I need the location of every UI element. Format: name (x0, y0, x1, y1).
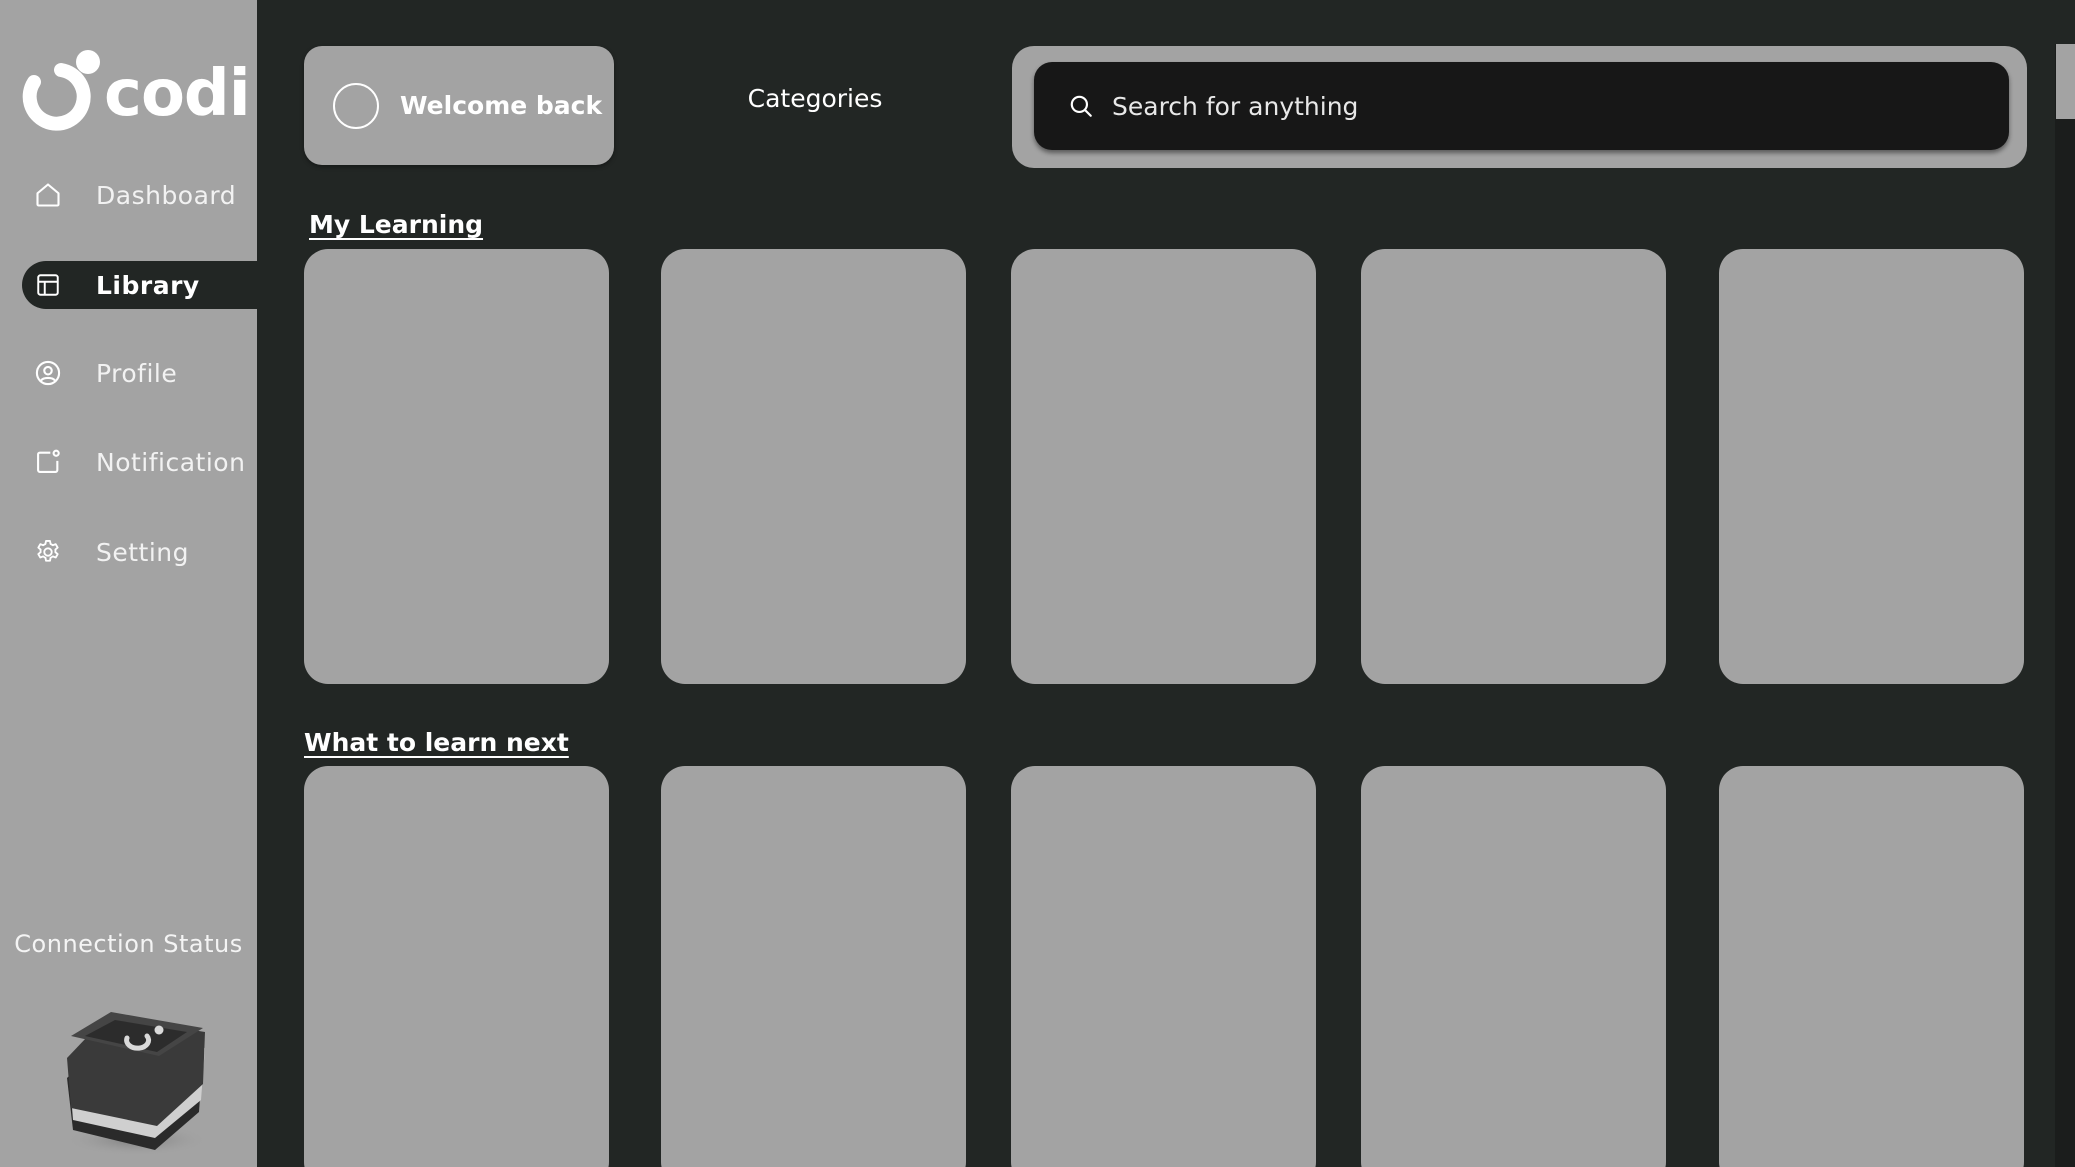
sidebar-item-label: Library (96, 270, 200, 300)
library-icon (34, 271, 62, 299)
search-input[interactable]: Search for anything (1034, 62, 2009, 150)
connection-status-label: Connection Status (14, 930, 243, 958)
connection-device-image (55, 1000, 215, 1160)
sidebar-item-setting[interactable]: Setting (22, 528, 257, 576)
section-title-what-to-learn-next[interactable]: What to learn next (304, 728, 569, 757)
sidebar-item-library[interactable]: Library (22, 261, 257, 309)
course-card[interactable] (1719, 766, 2024, 1167)
section-title-my-learning[interactable]: My Learning (309, 210, 483, 239)
course-card[interactable] (661, 249, 966, 684)
welcome-card[interactable]: Welcome back (304, 46, 614, 165)
codi-logo[interactable]: codi (20, 46, 251, 132)
avatar[interactable] (333, 82, 379, 129)
course-card[interactable] (661, 766, 966, 1167)
gear-icon (34, 538, 62, 566)
welcome-text: Welcome back (400, 91, 603, 120)
logo-wordmark: codi (104, 57, 251, 131)
course-card[interactable] (304, 766, 609, 1167)
notification-icon (34, 448, 62, 476)
course-card[interactable] (304, 249, 609, 684)
home-icon (34, 181, 62, 209)
course-card[interactable] (1361, 766, 1666, 1167)
sidebar-item-label: Setting (96, 537, 190, 567)
user-circle-icon (34, 359, 62, 387)
sidebar: codi Dashboard Library Profile Notificat… (0, 0, 257, 1167)
course-card[interactable] (1361, 249, 1666, 684)
course-card[interactable] (1011, 766, 1316, 1167)
sidebar-item-profile[interactable]: Profile (22, 349, 257, 397)
course-card[interactable] (1719, 249, 2024, 684)
sidebar-item-label: Notification (96, 447, 246, 477)
sidebar-item-dashboard[interactable]: Dashboard (22, 171, 257, 219)
search-placeholder: Search for anything (1112, 91, 1359, 121)
categories-link[interactable]: Categories (700, 84, 930, 113)
search-icon (1068, 93, 1094, 119)
course-card[interactable] (1011, 249, 1316, 684)
codi-logo-icon (22, 50, 100, 131)
search-container: Search for anything (1012, 46, 2027, 168)
sidebar-item-label: Profile (96, 358, 178, 388)
sidebar-item-label: Dashboard (96, 180, 237, 210)
scrollbar-track[interactable] (2055, 44, 2075, 1167)
sidebar-item-notification[interactable]: Notification (22, 438, 257, 486)
scrollbar-thumb[interactable] (2056, 44, 2075, 119)
